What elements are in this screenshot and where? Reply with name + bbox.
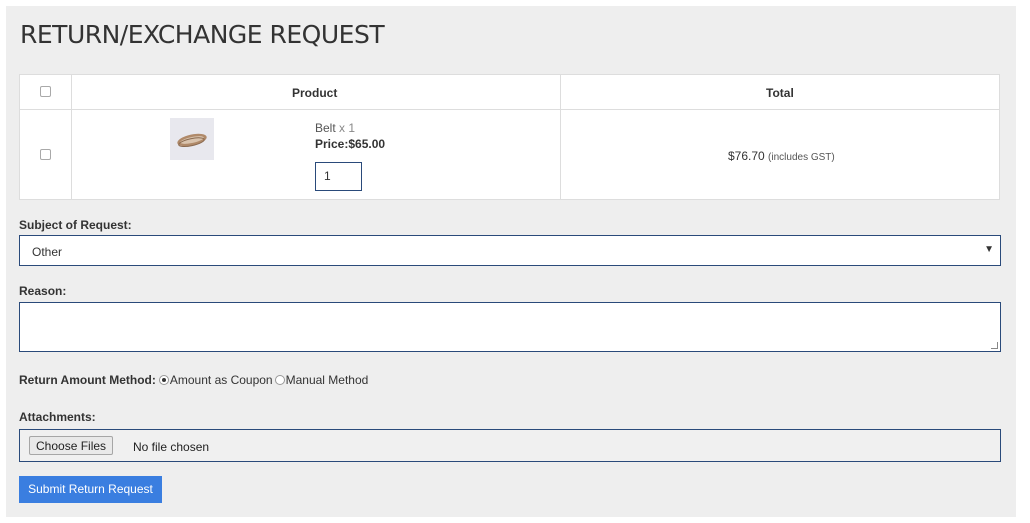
product-name: Belt x 1 — [315, 121, 356, 135]
return-method-row: Return Amount Method: Amount as Coupon M… — [19, 373, 368, 387]
belt-thumbnail — [170, 118, 214, 160]
return-method-label: Return Amount Method: — [19, 373, 156, 387]
subject-select[interactable]: Other ▼ — [19, 235, 1001, 266]
row-checkbox[interactable] — [40, 149, 51, 160]
product-quantity: x 1 — [339, 121, 356, 135]
quantity-input[interactable]: 1 — [315, 162, 362, 191]
coupon-radio-label[interactable]: Amount as Coupon — [170, 373, 273, 387]
manual-method-radio[interactable] — [274, 375, 285, 385]
reason-textarea[interactable] — [19, 302, 1001, 352]
products-table: Product Total Belt x 1 Price:$65.00 1 $7… — [19, 74, 1000, 200]
dropdown-caret-icon: ▼ — [984, 244, 994, 255]
resize-grip-icon[interactable] — [991, 342, 998, 349]
subject-label: Subject of Request: — [19, 218, 132, 232]
table-header — [20, 75, 999, 110]
attachments-label: Attachments: — [19, 410, 96, 424]
attachments-file-input[interactable]: Choose Files No file chosen — [19, 429, 1001, 462]
choose-files-button[interactable]: Choose Files — [29, 436, 114, 455]
manual-method-radio-label[interactable]: Manual Method — [286, 373, 369, 387]
coupon-radio[interactable] — [158, 375, 169, 385]
page-title: RETURN/EXCHANGE REQUEST — [20, 20, 385, 49]
product-price: Price:$65.00 — [315, 137, 386, 151]
line-total: $76.70 (includes GST) — [728, 149, 835, 163]
header-total: Total — [766, 86, 794, 100]
reason-label: Reason: — [19, 284, 67, 298]
submit-return-request-button[interactable]: Submit Return Request — [19, 476, 162, 503]
select-all-checkbox[interactable] — [40, 86, 51, 97]
header-product: Product — [292, 86, 338, 100]
return-request-panel: RETURN/EXCHANGE REQUEST Product Total Be… — [6, 6, 1016, 517]
subject-selected-value: Other — [32, 245, 63, 259]
file-status-text: No file chosen — [133, 440, 210, 454]
